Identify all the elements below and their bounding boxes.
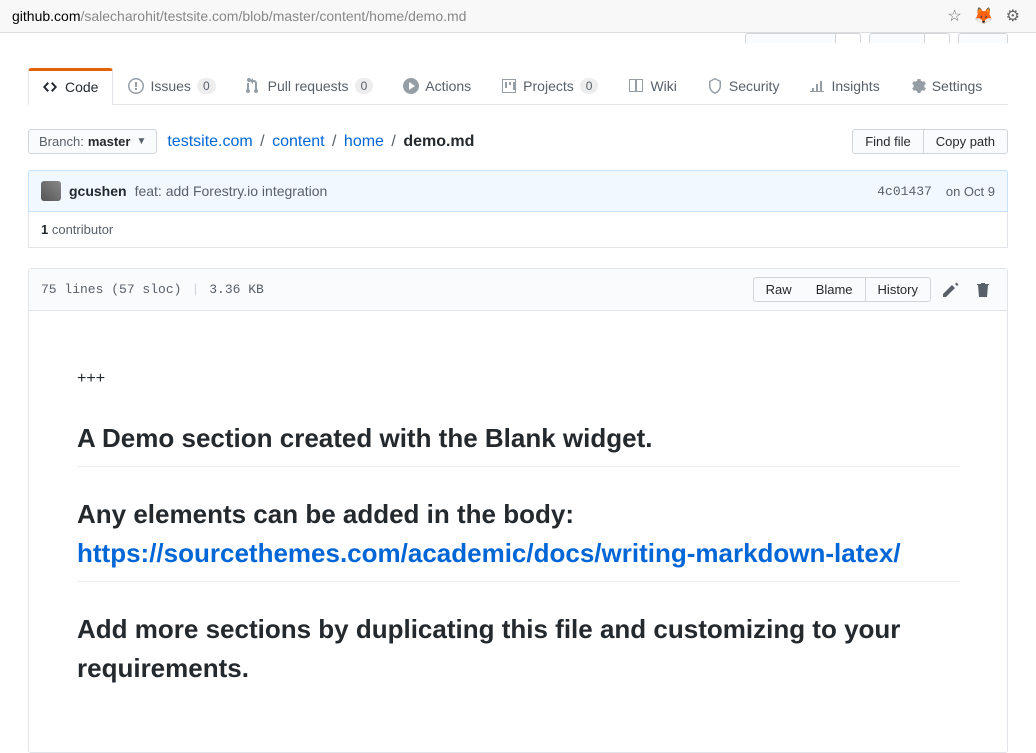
commit-author[interactable]: gcushen [69, 183, 127, 199]
heading-1: A Demo section created with the Blank wi… [77, 419, 959, 467]
trash-icon[interactable] [971, 278, 995, 302]
commit-bar: gcushen feat: add Forestry.io integratio… [28, 170, 1008, 212]
gear-icon [910, 78, 926, 94]
projects-counter: 0 [580, 78, 599, 94]
file-header: 75 lines (57 sloc) | 3.36 KB Raw Blame H… [29, 269, 1007, 311]
blame-button[interactable]: Blame [804, 277, 866, 302]
heading-2-text: Any elements can be added in the body: [77, 499, 574, 529]
repo-nav-tabs: Code Issues 0 Pull requests 0 Actions Pr… [28, 67, 1008, 105]
contrib-label: contributor [48, 222, 113, 237]
contributors-bar[interactable]: 1 contributor [28, 212, 1008, 248]
firefox-icon[interactable]: 🦊 [974, 6, 994, 26]
repo-header-partial [28, 33, 1008, 43]
tab-code-label: Code [65, 79, 98, 95]
heading-3: Add more sections by duplicating this fi… [77, 610, 959, 696]
copy-path-button[interactable]: Copy path [923, 129, 1008, 154]
issue-icon [128, 78, 144, 94]
breadcrumb-repo[interactable]: testsite.com [167, 133, 252, 150]
heading-2-link[interactable]: https://sourcethemes.com/academic/docs/w… [77, 538, 901, 568]
find-file-button[interactable]: Find file [852, 129, 923, 154]
avatar[interactable] [41, 181, 61, 201]
book-icon [628, 78, 644, 94]
frontmatter-marker: +++ [77, 367, 959, 391]
browser-url-bar: github.com/salecharohit/testsite.com/blo… [0, 0, 1036, 33]
file-size: 3.36 KB [209, 282, 264, 297]
branch-select[interactable]: Branch: master ▼ [28, 129, 157, 154]
tab-code[interactable]: Code [28, 68, 113, 105]
tab-settings[interactable]: Settings [895, 67, 998, 104]
url-domain: github.com [12, 8, 80, 24]
breadcrumb-content[interactable]: content [272, 133, 324, 150]
tab-pulls[interactable]: Pull requests 0 [231, 67, 389, 104]
tab-insights[interactable]: Insights [794, 67, 894, 104]
caret-down-icon: ▼ [136, 136, 146, 147]
tab-security-label: Security [729, 78, 780, 94]
tab-actions[interactable]: Actions [388, 67, 486, 104]
branch-label: Branch: [39, 134, 84, 149]
tab-security[interactable]: Security [692, 67, 795, 104]
tab-wiki-label: Wiki [650, 78, 676, 94]
breadcrumbs: testsite.com / content / home / demo.md [167, 133, 474, 151]
tab-issues-label: Issues [150, 78, 190, 94]
heading-2: Any elements can be added in the body: h… [77, 495, 959, 582]
project-icon [501, 78, 517, 94]
breadcrumb-row: Branch: master ▼ testsite.com / content … [28, 129, 1008, 154]
issues-counter: 0 [197, 78, 216, 94]
pulls-counter: 0 [355, 78, 374, 94]
edit-icon[interactable] [939, 278, 963, 302]
markdown-body: +++ A Demo section created with the Blan… [29, 311, 1007, 752]
play-icon [403, 78, 419, 94]
file-info: 75 lines (57 sloc) | 3.36 KB [41, 282, 264, 297]
commit-message[interactable]: feat: add Forestry.io integration [135, 183, 328, 199]
url-text[interactable]: github.com/salecharohit/testsite.com/blo… [8, 4, 947, 28]
history-button[interactable]: History [866, 277, 931, 302]
tab-projects[interactable]: Projects 0 [486, 67, 613, 104]
breadcrumb-home[interactable]: home [344, 133, 384, 150]
commit-sha[interactable]: 4c01437 [877, 184, 932, 199]
tab-wiki[interactable]: Wiki [613, 67, 691, 104]
tab-issues[interactable]: Issues 0 [113, 67, 230, 104]
tab-projects-label: Projects [523, 78, 574, 94]
tab-pulls-label: Pull requests [268, 78, 349, 94]
raw-button[interactable]: Raw [753, 277, 804, 302]
tab-insights-label: Insights [831, 78, 879, 94]
code-icon [43, 79, 59, 95]
star-icon[interactable]: ☆ [947, 6, 961, 26]
shield-icon [707, 78, 723, 94]
url-path: /salecharohit/testsite.com/blob/master/c… [80, 8, 466, 24]
file-box: 75 lines (57 sloc) | 3.36 KB Raw Blame H… [28, 268, 1008, 753]
tab-settings-label: Settings [932, 78, 983, 94]
tab-actions-label: Actions [425, 78, 471, 94]
gear-icon[interactable]: ⚙ [1006, 6, 1020, 26]
commit-date: on Oct 9 [946, 184, 995, 199]
graph-icon [809, 78, 825, 94]
file-lines: 75 lines (57 sloc) [41, 282, 181, 297]
breadcrumb-file: demo.md [403, 133, 474, 150]
pull-request-icon [246, 78, 262, 94]
branch-name: master [88, 134, 131, 149]
